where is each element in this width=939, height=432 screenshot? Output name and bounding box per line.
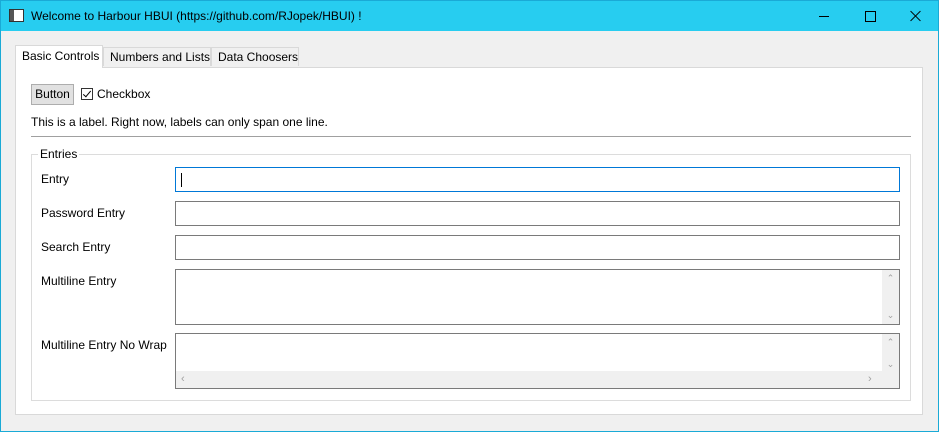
multiline-entry-no-wrap-label: Multiline Entry No Wrap	[41, 338, 167, 352]
horizontal-separator	[31, 136, 911, 137]
minimize-icon	[819, 15, 829, 17]
entry-label: Entry	[41, 172, 70, 186]
maximize-button[interactable]	[847, 1, 893, 31]
entry-input[interactable]	[175, 167, 900, 192]
multiline-entry-no-wrap-textarea[interactable]: ⌃ ⌄ ‹ ›	[175, 333, 900, 389]
chevron-right-icon[interactable]: ›	[868, 374, 877, 385]
close-icon	[910, 10, 922, 22]
maximize-icon	[864, 10, 876, 22]
chevron-left-icon[interactable]: ‹	[181, 374, 190, 385]
search-entry-label: Search Entry	[41, 240, 111, 254]
checkbox-checked-icon[interactable]	[81, 88, 93, 100]
app-icon	[9, 9, 24, 22]
multiline-entry-textarea[interactable]: ⌃ ⌄	[175, 269, 900, 325]
tab-numbers-and-lists[interactable]: Numbers and Lists	[103, 47, 211, 66]
chevron-down-icon[interactable]: ⌄	[886, 311, 895, 320]
title-bar[interactable]: Welcome to Harbour HBUI (https://github.…	[1, 1, 938, 31]
scrollbar-corner	[882, 371, 899, 388]
vertical-scrollbar[interactable]: ⌃ ⌄	[882, 334, 899, 373]
checkbox-control[interactable]: Checkbox	[81, 87, 150, 101]
chevron-up-icon[interactable]: ⌃	[886, 274, 895, 283]
button[interactable]: Button	[31, 84, 74, 105]
chevron-down-icon[interactable]: ⌄	[886, 360, 895, 369]
search-entry-input[interactable]	[175, 235, 900, 260]
tab-data-choosers[interactable]: Data Choosers	[211, 47, 299, 66]
chevron-up-icon[interactable]: ⌃	[886, 338, 895, 347]
checkbox-label: Checkbox	[97, 87, 151, 101]
tab-panel-basic-controls: Button Checkbox This is a label. Right n…	[15, 67, 923, 415]
info-label: This is a label. Right now, labels can o…	[31, 115, 328, 129]
tab-basic-controls[interactable]: Basic Controls	[15, 45, 103, 68]
minimize-button[interactable]	[801, 1, 847, 31]
multiline-entry-label: Multiline Entry	[41, 274, 117, 288]
password-entry-label: Password Entry	[41, 206, 126, 220]
main-window: Welcome to Harbour HBUI (https://github.…	[0, 0, 939, 432]
horizontal-scrollbar[interactable]: ‹ ›	[176, 371, 899, 388]
entries-group-title: Entries	[38, 147, 80, 161]
close-button[interactable]	[893, 1, 939, 31]
password-entry-input[interactable]	[175, 201, 900, 226]
vertical-scrollbar[interactable]: ⌃ ⌄	[882, 270, 899, 324]
window-title: Welcome to Harbour HBUI (https://github.…	[31, 9, 362, 23]
text-caret	[181, 173, 182, 187]
